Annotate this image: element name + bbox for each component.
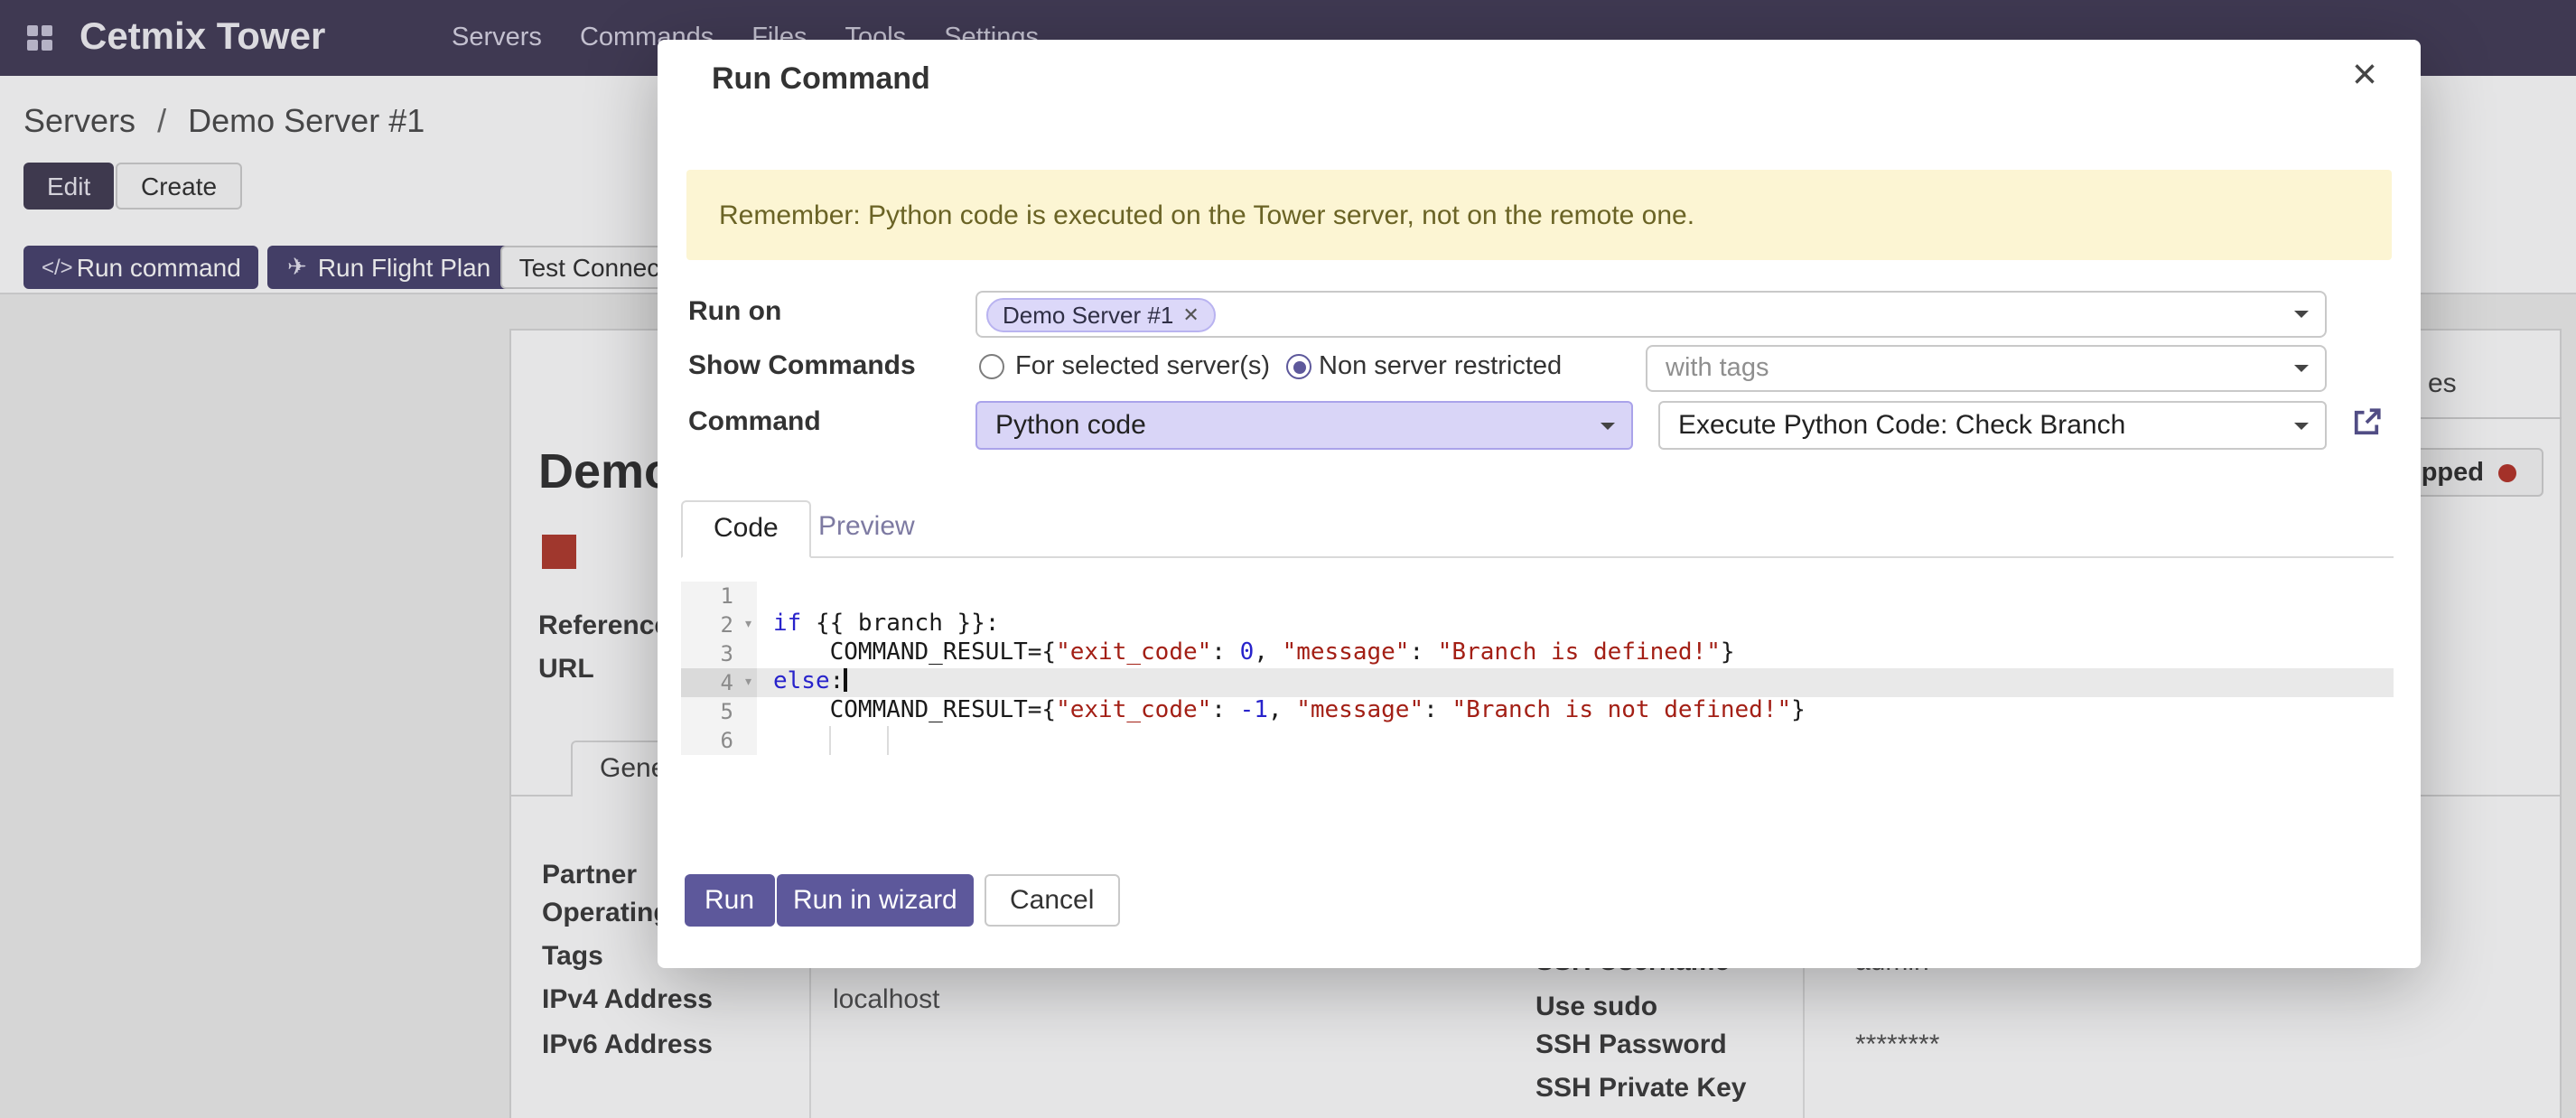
text-cursor [844,668,847,692]
code-line: if {{ branch }}: [757,610,2394,639]
editor-line[interactable]: 6 [681,726,2394,755]
code-line: COMMAND_RESULT={"exit_code": -1, "messag… [757,697,2394,726]
line-number: 4▾ [681,668,757,697]
fold-arrow-icon[interactable]: ▾ [743,610,753,639]
code-line: else: [757,668,2394,697]
tab-code[interactable]: Code [681,500,811,558]
tabs-underline [681,556,2394,558]
close-icon[interactable]: × [2352,51,2377,103]
line-number: 6 [681,726,757,755]
command-label: Command [688,406,821,437]
fold-arrow-icon[interactable]: ▾ [743,668,753,697]
editor-line[interactable]: 3 COMMAND_RESULT={"exit_code": 0, "messa… [681,639,2394,668]
run-button[interactable]: Run [685,874,774,927]
code-line: COMMAND_RESULT={"exit_code": 0, "message… [757,639,2394,668]
editor-line[interactable]: 5 COMMAND_RESULT={"exit_code": -1, "mess… [681,697,2394,726]
with-tags-select[interactable]: with tags [1646,345,2327,392]
line-number: 3 [681,639,757,668]
server-tag-label: Demo Server #1 [1003,302,1173,329]
tab-preview[interactable]: Preview [807,500,926,558]
line-number: 2▾ [681,610,757,639]
radio-for-selected-servers[interactable] [979,354,1004,379]
external-link-icon[interactable] [2348,405,2385,441]
command-type-select[interactable]: Python code [975,401,1633,450]
run-on-label: Run on [688,296,781,327]
remove-tag-icon[interactable]: ✕ [1182,303,1199,327]
code-editor[interactable]: 12▾if {{ branch }}:3 COMMAND_RESULT={"ex… [681,582,2394,755]
editor-line[interactable]: 4▾else: [681,668,2394,697]
radio-non-server-restricted[interactable] [1286,354,1311,379]
radio-for-selected-servers-label[interactable]: For selected server(s) [1015,352,1270,381]
server-tag-chip[interactable]: Demo Server #1 ✕ [986,298,1216,332]
modal-title: Run Command [712,61,930,98]
editor-line[interactable]: 1 [681,582,2394,610]
warning-banner: Remember: Python code is executed on the… [686,170,2392,260]
run-in-wizard-button[interactable]: Run in wizard [777,874,974,927]
line-number: 1 [681,582,757,610]
cetmix-tower-app: Cetmix Tower Servers Commands Files Tool… [0,0,2576,1118]
editor-line[interactable]: 2▾if {{ branch }}: [681,610,2394,639]
code-line [757,582,2394,610]
command-select[interactable]: Execute Python Code: Check Branch [1658,401,2327,450]
radio-non-server-restricted-label[interactable]: Non server restricted [1319,352,1562,381]
warning-text: Remember: Python code is executed on the… [719,200,1694,230]
cancel-button[interactable]: Cancel [985,874,1119,927]
code-line [757,726,2394,755]
show-commands-label: Show Commands [688,350,916,381]
run-command-modal: Run Command × Remember: Python code is e… [658,40,2421,968]
run-on-input[interactable]: Demo Server #1 ✕ [975,291,2327,338]
line-number: 5 [681,697,757,726]
